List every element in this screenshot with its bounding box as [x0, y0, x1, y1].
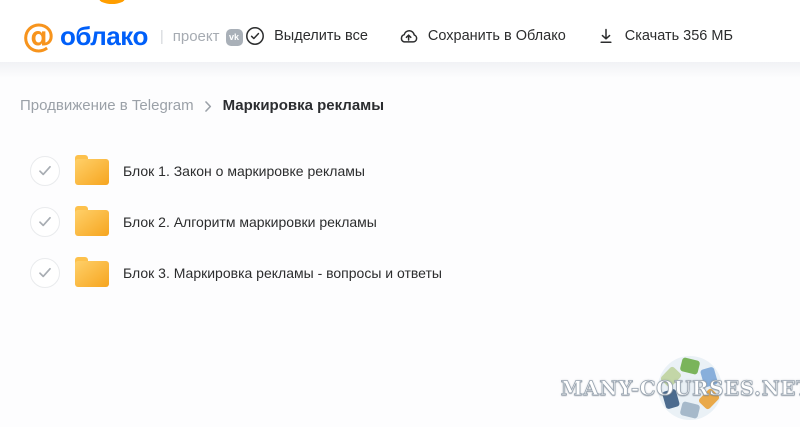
select-all-button[interactable]: Выделить все	[245, 26, 368, 46]
folder-row[interactable]: Блок 3. Маркировка рекламы - вопросы и о…	[30, 254, 800, 292]
header-actions: Выделить все Сохранить в Облако Скачать …	[245, 26, 733, 46]
folder-name: Блок 2. Алгоритм маркировки рекламы	[123, 214, 377, 230]
row-checkbox[interactable]	[30, 156, 60, 186]
cloud-mailru-logo[interactable]: @ облако | проект vk	[22, 21, 243, 52]
breadcrumb: Продвижение в Telegram Маркировка реклам…	[0, 97, 800, 115]
cloud-upload-icon	[398, 26, 419, 46]
select-all-label: Выделить все	[274, 28, 368, 44]
download-button[interactable]: Скачать 356 МБ	[596, 26, 733, 46]
check-circle-icon	[245, 26, 265, 46]
breadcrumb-parent-folder[interactable]: Продвижение в Telegram	[20, 97, 194, 115]
header-shadow	[0, 62, 800, 80]
save-to-cloud-button[interactable]: Сохранить в Облако	[398, 26, 566, 46]
row-checkbox[interactable]	[30, 207, 60, 237]
vk-badge-icon: vk	[226, 29, 243, 46]
download-icon	[596, 26, 616, 46]
folder-name: Блок 3. Маркировка рекламы - вопросы и о…	[123, 265, 442, 281]
row-checkbox[interactable]	[30, 258, 60, 288]
breadcrumb-current-folder: Маркировка рекламы	[223, 97, 384, 115]
folder-icon	[73, 202, 111, 243]
file-list: Блок 1. Закон о маркировке рекламы Блок …	[0, 152, 800, 292]
folder-row[interactable]: Блок 2. Алгоритм маркировки рекламы	[30, 203, 800, 241]
folder-icon	[73, 253, 111, 294]
logo-divider: |	[160, 28, 164, 45]
globe-logo-icon	[656, 354, 724, 427]
chevron-right-icon	[205, 101, 212, 112]
project-label: проект	[173, 28, 220, 45]
download-label: Скачать 356 МБ	[625, 28, 733, 44]
watermark: MANY-COURSES.NET	[576, 352, 796, 424]
save-to-cloud-label: Сохранить в Облако	[428, 28, 566, 44]
mailru-at-icon: @	[22, 19, 55, 52]
folder-name: Блок 1. Закон о маркировке рекламы	[123, 163, 365, 179]
folder-icon	[73, 151, 111, 192]
folder-row[interactable]: Блок 1. Закон о маркировке рекламы	[30, 152, 800, 190]
app-header: @ облако | проект vk Выделить все Сохран…	[0, 0, 800, 62]
watermark-text: MANY-COURSES.NET	[576, 352, 796, 424]
brand-name: облако	[60, 21, 148, 52]
